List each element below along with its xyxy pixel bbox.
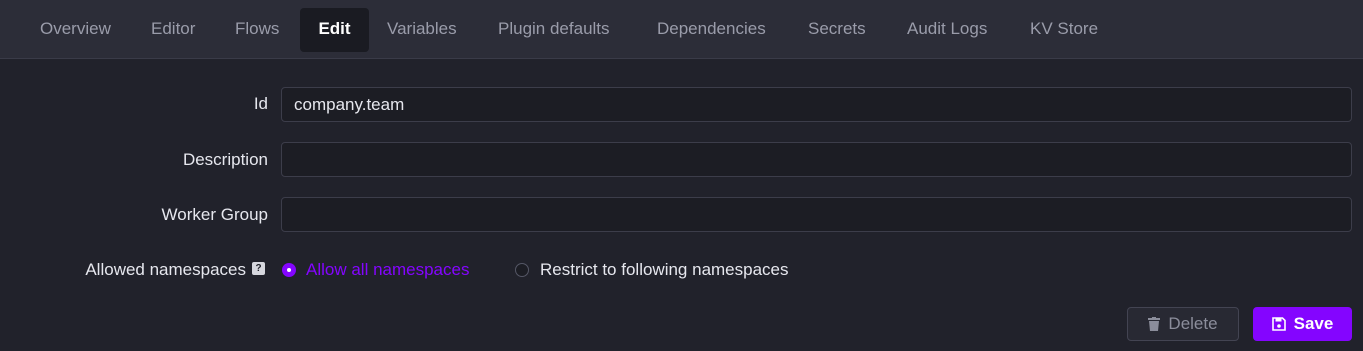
tab-bar: Overview Editor Flows Edit Variables Plu… (0, 0, 1363, 59)
tab-kv-store[interactable]: KV Store (1030, 8, 1098, 52)
tab-editor[interactable]: Editor (151, 8, 195, 52)
tab-variables[interactable]: Variables (387, 8, 457, 52)
help-icon[interactable]: ? (252, 262, 265, 275)
allowed-namespaces-label: Allowed namespaces (85, 260, 246, 279)
delete-label: Delete (1168, 314, 1218, 333)
allow-all-namespaces-radio[interactable] (282, 263, 296, 277)
restrict-namespaces-radio[interactable] (515, 263, 529, 277)
tab-audit-logs[interactable]: Audit Logs (907, 8, 987, 52)
trash-icon (1148, 317, 1161, 331)
tab-edit[interactable]: Edit (300, 8, 369, 52)
id-field[interactable] (281, 87, 1352, 122)
tab-flows[interactable]: Flows (235, 8, 279, 52)
save-label: Save (1293, 314, 1334, 333)
tab-plugin-defaults[interactable]: Plugin defaults (498, 8, 610, 52)
worker-group-field[interactable] (281, 197, 1352, 232)
description-label: Description (182, 150, 268, 169)
delete-button[interactable]: Delete (1127, 307, 1239, 341)
save-button[interactable]: Save (1253, 307, 1352, 341)
allow-all-namespaces-label[interactable]: Allow all namespaces (306, 260, 469, 280)
id-label: Id (253, 94, 268, 113)
tab-secrets[interactable]: Secrets (808, 8, 866, 52)
floppy-disk-icon (1271, 317, 1286, 331)
worker-group-label: Worker Group (161, 205, 268, 224)
tab-overview[interactable]: Overview (40, 8, 111, 52)
tab-dependencies[interactable]: Dependencies (657, 8, 766, 52)
description-field[interactable] (281, 142, 1352, 177)
restrict-namespaces-label[interactable]: Restrict to following namespaces (540, 260, 789, 280)
